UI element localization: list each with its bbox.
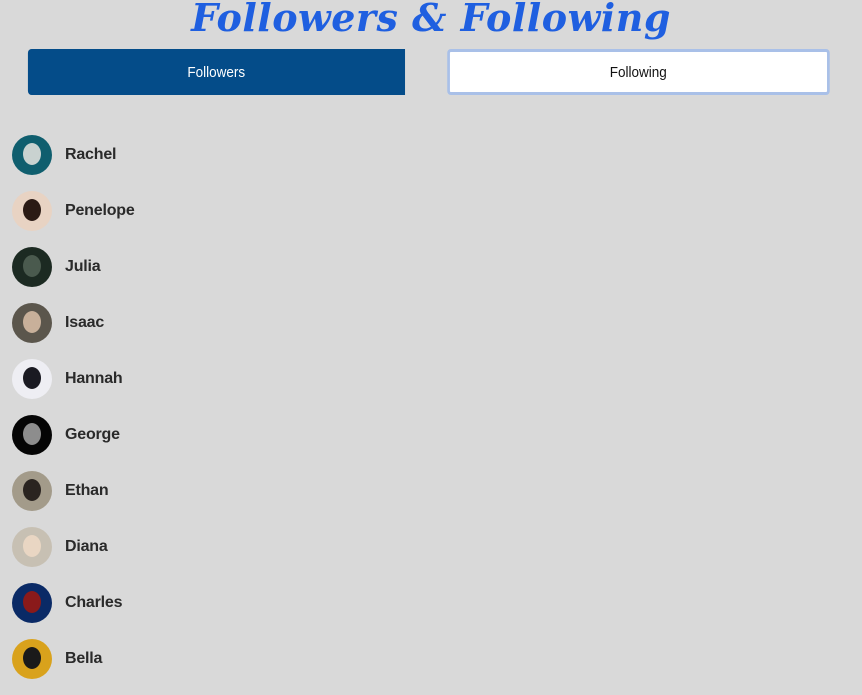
follower-name[interactable]: Bella bbox=[65, 639, 102, 679]
follower-name[interactable]: Charles bbox=[65, 583, 122, 623]
list-item[interactable]: Diana bbox=[12, 527, 412, 583]
avatar-face-icon bbox=[23, 143, 41, 165]
avatar[interactable] bbox=[12, 639, 52, 679]
avatar[interactable] bbox=[12, 359, 52, 399]
page-title: Followers & Following bbox=[191, 0, 671, 40]
avatar[interactable] bbox=[12, 247, 52, 287]
avatar[interactable] bbox=[12, 583, 52, 623]
list-item[interactable]: Julia bbox=[12, 247, 412, 303]
followers-list: Rachel Penelope Julia Isaac Hannah George Etha… bbox=[12, 135, 412, 695]
list-item[interactable]: Hannah bbox=[12, 359, 412, 415]
avatar-face-icon bbox=[23, 423, 41, 445]
follower-name[interactable]: Ethan bbox=[65, 471, 109, 511]
follower-name[interactable]: Penelope bbox=[65, 191, 135, 231]
follower-name[interactable]: Rachel bbox=[65, 135, 116, 175]
list-item[interactable]: Charles bbox=[12, 583, 412, 639]
list-item[interactable]: Ethan bbox=[12, 471, 412, 527]
list-item[interactable]: Penelope bbox=[12, 191, 412, 247]
avatar-face-icon bbox=[23, 479, 41, 501]
follower-name[interactable]: Diana bbox=[65, 527, 108, 567]
avatar-face-icon bbox=[23, 591, 41, 613]
tab-followers[interactable]: Followers bbox=[27, 49, 405, 95]
avatar[interactable] bbox=[12, 415, 52, 455]
follower-name[interactable]: Isaac bbox=[65, 303, 104, 343]
tab-bar: Followers Following bbox=[7, 49, 850, 95]
follower-name[interactable]: Julia bbox=[65, 247, 101, 287]
follower-name[interactable]: George bbox=[65, 415, 120, 455]
avatar-face-icon bbox=[23, 647, 41, 669]
avatar[interactable] bbox=[12, 191, 52, 231]
list-item[interactable]: Bella bbox=[12, 639, 412, 695]
avatar-face-icon bbox=[23, 535, 41, 557]
avatar-face-icon bbox=[23, 311, 41, 333]
list-item[interactable]: Isaac bbox=[12, 303, 412, 359]
follower-name[interactable]: Hannah bbox=[65, 359, 123, 399]
list-item[interactable]: Rachel bbox=[12, 135, 412, 191]
avatar-face-icon bbox=[23, 367, 41, 389]
avatar[interactable] bbox=[12, 471, 52, 511]
avatar-face-icon bbox=[23, 255, 41, 277]
avatar[interactable] bbox=[12, 135, 52, 175]
avatar[interactable] bbox=[12, 527, 52, 567]
avatar[interactable] bbox=[12, 303, 52, 343]
list-item[interactable]: George bbox=[12, 415, 412, 471]
avatar-face-icon bbox=[23, 199, 41, 221]
tab-following[interactable]: Following bbox=[446, 49, 829, 95]
